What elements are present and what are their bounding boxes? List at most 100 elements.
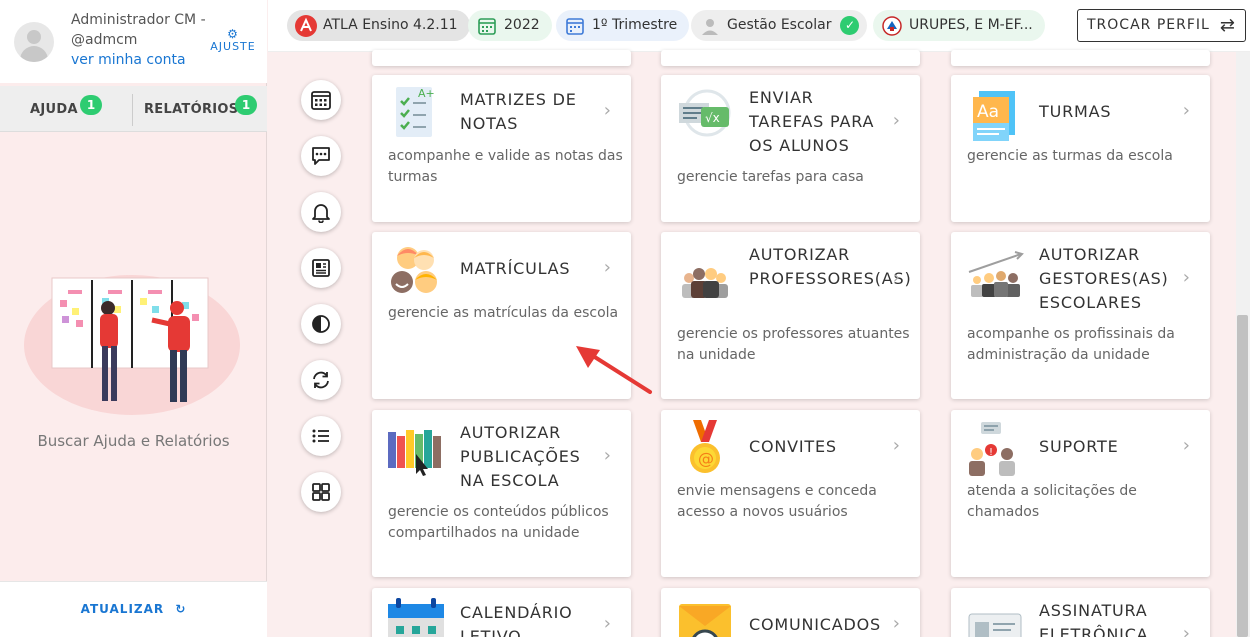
id-card-icon xyxy=(968,613,1022,637)
rail-list-button[interactable] xyxy=(301,416,341,456)
user-icon xyxy=(702,19,718,35)
ajuda-badge: 1 xyxy=(80,95,102,115)
card-title: CALENDÁRIO LETIVO xyxy=(460,603,573,637)
tab-divider xyxy=(132,94,133,126)
tab-relatorios[interactable]: RELATÓRIOS xyxy=(144,86,238,132)
homework-screen-icon: √x xyxy=(679,89,731,137)
card-top-partial[interactable] xyxy=(661,50,920,66)
card-top-partial[interactable] xyxy=(372,50,631,66)
user-panel: Administrador CM - @admcm ver minha cont… xyxy=(0,0,267,83)
sidebar-footer: ATUALIZAR ↻ xyxy=(0,581,267,637)
card-title: TURMAS xyxy=(1039,102,1112,121)
card-description: gerencie os professores atuantes na unid… xyxy=(677,326,910,363)
card-convites[interactable]: @ CONVITES › envie mensagens e conceda a… xyxy=(661,410,920,577)
card-suporte[interactable]: ! SUPORTE › atenda a solicitações de cha… xyxy=(951,410,1210,577)
chevron-right-icon: › xyxy=(603,100,611,121)
contrast-icon xyxy=(312,315,330,333)
chevron-right-icon: › xyxy=(603,613,611,634)
my-account-link[interactable]: ver minha conta xyxy=(71,52,186,68)
card-turmas[interactable]: Aa TURMAS › gerencie as turmas da escola xyxy=(951,75,1210,222)
calendar-grid-icon xyxy=(311,91,331,110)
rail-sync-button[interactable] xyxy=(301,360,341,400)
card-autorizar-gestores[interactable]: AUTORIZAR GESTORES(AS) ESCOLARES › acomp… xyxy=(951,232,1210,399)
gear-icon: ⚙ xyxy=(227,27,239,41)
atla-logo-icon xyxy=(295,15,317,37)
calendar-term-icon xyxy=(566,18,584,35)
card-matrizes-de-notas[interactable]: A+ MATRIZES DE NOTAS › acompanhe e valid… xyxy=(372,75,631,222)
switch-profile-button[interactable]: TROCAR PERFIL ⇄ xyxy=(1077,9,1246,42)
bookshelf-icon xyxy=(388,430,441,476)
card-description: envie mensagens e conceda acesso a novos… xyxy=(677,483,877,520)
card-description: gerencie os conteúdos públicos compartil… xyxy=(388,504,609,541)
managers-growth-icon xyxy=(968,251,1024,297)
sync-icon xyxy=(313,371,329,389)
user-name: Administrador CM - @admcm xyxy=(71,12,206,48)
rail-chat-button[interactable] xyxy=(301,136,341,176)
medal-invite-icon: @ xyxy=(690,420,720,473)
annotation-arrow xyxy=(576,346,652,394)
card-description: acompanhe os profissinais da administraç… xyxy=(967,326,1175,363)
card-description: atenda a solicitações de chamados xyxy=(967,483,1137,520)
newspaper-icon xyxy=(312,259,330,277)
profile-pill[interactable]: Gestão Escolar ✓ xyxy=(691,10,868,41)
chevron-right-icon: › xyxy=(603,445,611,466)
students-faces-icon xyxy=(391,247,437,293)
chevron-right-icon: › xyxy=(892,267,900,288)
rail-apps-button[interactable] xyxy=(301,472,341,512)
chevron-right-icon: › xyxy=(892,435,900,456)
calendar-icon xyxy=(478,18,496,35)
svg-text:!: ! xyxy=(989,447,993,458)
scrollbar-thumb[interactable] xyxy=(1237,315,1248,637)
card-enviar-tarefas[interactable]: √x ENVIAR TAREFAS PARA OS ALUNOS › geren… xyxy=(661,75,920,222)
svg-text:√x: √x xyxy=(705,111,720,125)
card-title: COMUNICADOS xyxy=(749,615,881,634)
card-top-partial[interactable] xyxy=(951,50,1210,66)
top-bar: ATLA Ensino 4.2.11 2022 1º Trimestre Ges… xyxy=(268,0,1250,52)
class-books-icon: Aa xyxy=(973,91,1015,141)
grid-icon xyxy=(312,483,330,501)
help-illustration xyxy=(24,275,240,415)
card-assinatura-eletronica[interactable]: ASSINATURA ELETRÔNICA › xyxy=(951,588,1210,637)
support-people-icon: ! xyxy=(969,422,1015,476)
card-description: gerencie tarefas para casa xyxy=(677,169,864,185)
card-title: ENVIAR TAREFAS PARA OS ALUNOS xyxy=(749,88,875,155)
chevron-right-icon: › xyxy=(1182,435,1190,456)
card-title: SUPORTE xyxy=(1039,437,1119,456)
avatar[interactable] xyxy=(14,22,54,62)
settings-button[interactable]: ⚙ AJUSTE xyxy=(207,28,259,53)
list-icon xyxy=(312,429,329,443)
tab-ajuda[interactable]: AJUDA xyxy=(30,86,78,132)
card-title: MATRÍCULAS xyxy=(460,259,571,278)
card-description: gerencie as turmas da escola xyxy=(967,148,1173,164)
card-title: ASSINATURA ELETRÔNICA xyxy=(1039,601,1149,637)
card-comunicados[interactable]: COMUNICADOS › xyxy=(661,588,920,637)
card-title: AUTORIZAR PROFESSORES(AS) xyxy=(749,245,912,288)
rail-news-button[interactable] xyxy=(301,248,341,288)
check-icon: ✓ xyxy=(840,16,860,35)
svg-text:A+: A+ xyxy=(418,87,435,100)
chevron-right-icon: › xyxy=(603,257,611,278)
card-title: AUTORIZAR GESTORES(AS) ESCOLARES xyxy=(1039,245,1169,312)
bell-icon xyxy=(312,204,330,223)
card-autorizar-professores[interactable]: AUTORIZAR PROFESSORES(AS) › gerencie os … xyxy=(661,232,920,399)
svg-text:@: @ xyxy=(698,449,714,468)
year-pill[interactable]: 2022 xyxy=(468,10,552,41)
card-autorizar-publicacoes[interactable]: AUTORIZAR PUBLICAÇÕES NA ESCOLA › gerenc… xyxy=(372,410,631,577)
app-version-pill[interactable]: ATLA Ensino 4.2.11 xyxy=(287,10,470,41)
chat-icon xyxy=(312,147,330,165)
refresh-icon: ↻ xyxy=(175,602,187,616)
chevron-right-icon: › xyxy=(1182,267,1190,288)
chevron-right-icon: › xyxy=(892,110,900,131)
sidebar: Administrador CM - @admcm ver minha cont… xyxy=(0,0,267,637)
rail-contrast-button[interactable] xyxy=(301,304,341,344)
card-title: AUTORIZAR PUBLICAÇÕES NA ESCOLA xyxy=(460,423,581,490)
term-pill[interactable]: 1º Trimestre xyxy=(556,10,690,41)
refresh-button[interactable]: ATUALIZAR ↻ xyxy=(0,602,267,616)
school-pill[interactable]: URUPES, E M-EF... xyxy=(873,10,1045,41)
help-search-text[interactable]: Buscar Ajuda e Relatórios xyxy=(0,432,267,450)
rail-notifications-button[interactable] xyxy=(301,192,341,232)
card-calendario-letivo[interactable]: CALENDÁRIO LETIVO › xyxy=(372,588,631,637)
chevron-right-icon: › xyxy=(892,613,900,634)
rail-calendar-button[interactable] xyxy=(301,80,341,120)
chevron-right-icon: › xyxy=(1182,623,1190,637)
